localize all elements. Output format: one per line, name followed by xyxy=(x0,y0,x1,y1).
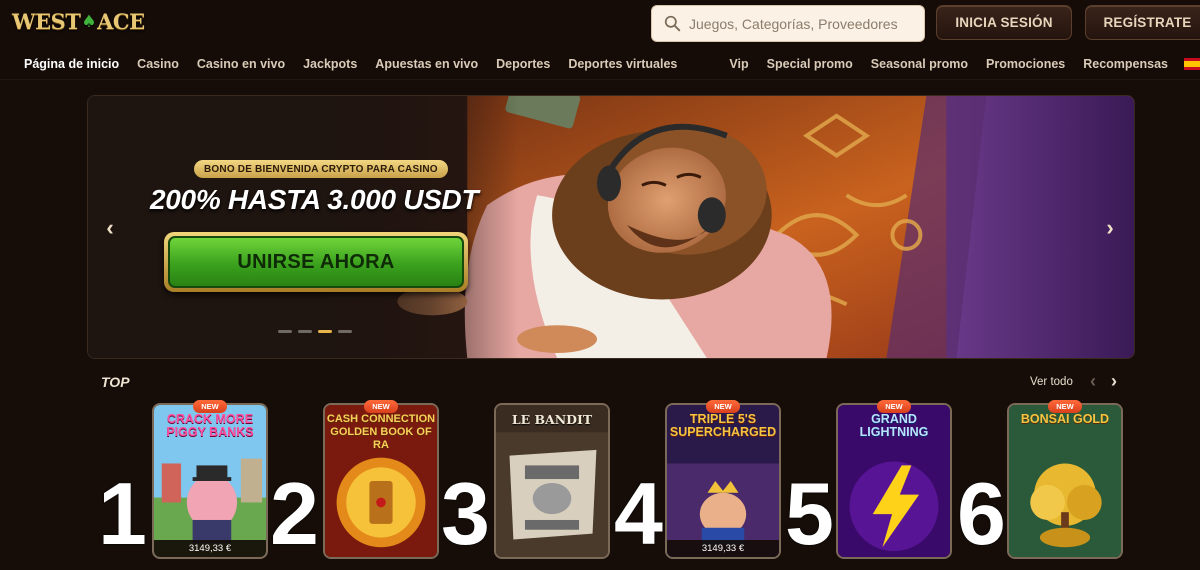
nav-item-special-promo[interactable]: Special promo xyxy=(767,57,853,71)
nav-item-rewards[interactable]: Recompensas xyxy=(1083,57,1168,71)
carousel-next-icon[interactable]: › xyxy=(1107,371,1121,391)
nav-item-vip[interactable]: Vip xyxy=(729,57,748,71)
rank-number: 6 xyxy=(957,464,1006,563)
nav-item-casino[interactable]: Casino xyxy=(137,57,179,71)
promo-title: 200% HASTA 3.000 USDT xyxy=(150,184,479,215)
spain-flag-icon[interactable] xyxy=(1184,58,1200,70)
game-card-cash-connection-golden-book-of-ra[interactable]: CASH CONNECTION GOLDEN BOOK OF RA xyxy=(323,403,439,559)
game-title: CASH CONNECTION GOLDEN BOOK OF RA xyxy=(326,413,436,451)
new-badge: NEW xyxy=(706,400,740,413)
hero-prev-arrow-icon[interactable]: ‹ xyxy=(100,215,120,240)
game-thumbnail xyxy=(496,405,608,557)
nav-item-seasonal-promo[interactable]: Seasonal promo xyxy=(871,57,968,71)
slide-dot-1[interactable] xyxy=(278,330,292,333)
search-icon xyxy=(664,15,681,32)
register-button[interactable]: REGÍSTRATE xyxy=(1085,5,1200,40)
slide-indicators xyxy=(278,330,352,333)
login-button[interactable]: INICIA SESIÓN xyxy=(936,5,1072,40)
join-now-button[interactable]: UNIRSE AHORA xyxy=(164,232,468,292)
hero-next-arrow-icon[interactable]: › xyxy=(1100,215,1120,240)
hero-text-backdrop xyxy=(88,96,518,358)
welcome-bonus-badge: BONO DE BIENVENIDA CRYPTO PARA CASINO xyxy=(194,160,448,178)
rank-number: 1 xyxy=(98,464,147,563)
nav-item-live-casino[interactable]: Casino en vivo xyxy=(197,57,285,71)
rank-number: 4 xyxy=(614,464,663,563)
game-title: GRAND LIGHTNING xyxy=(859,412,929,439)
new-badge: NEW xyxy=(193,400,227,413)
new-badge: NEW xyxy=(1048,400,1082,413)
site-logo[interactable]: WEST ♠ ACE xyxy=(12,9,145,34)
game-card-triple-5s-supercharged[interactable]: TRIPLE 5'S SUPERCHARGED 3149,33 € xyxy=(665,403,781,559)
nav-right: Vip Special promo Seasonal promo Promoci… xyxy=(711,48,1200,80)
nav-item-jackpots[interactable]: Jackpots xyxy=(303,57,357,71)
game-card-bonsai-gold[interactable]: BONSAI GOLD xyxy=(1007,403,1123,559)
join-now-label: UNIRSE AHORA xyxy=(168,236,464,288)
game-card-grand-lightning[interactable]: GRAND LIGHTNING xyxy=(836,403,952,559)
nav-item-virtual-sports[interactable]: Deportes virtuales xyxy=(568,57,677,71)
spade-icon: ♠ xyxy=(81,11,97,32)
game-thumbnail xyxy=(1009,405,1121,557)
jackpot-amount: 3149,33 € xyxy=(154,540,266,557)
top-section-title: TOP xyxy=(101,374,130,390)
search-box[interactable] xyxy=(651,5,925,42)
rank-number: 3 xyxy=(441,464,490,563)
slide-dot-3[interactable] xyxy=(318,330,332,333)
game-card-crack-more-piggy-banks[interactable]: CRACK MORE PIGGY BANKS 3149,33 € xyxy=(152,403,268,559)
slide-dot-2[interactable] xyxy=(298,330,312,333)
nav-left: Página de inicio Casino Casino en vivo J… xyxy=(24,48,695,80)
hero-banner[interactable]: BONO DE BIENVENIDA CRYPTO PARA CASINO 20… xyxy=(87,95,1135,359)
new-badge: NEW xyxy=(877,400,911,413)
slide-dot-4[interactable] xyxy=(338,330,352,333)
jackpot-amount: 3149,33 € xyxy=(667,540,779,557)
logo-text-ace: ACE xyxy=(97,9,145,34)
nav-item-home[interactable]: Página de inicio xyxy=(24,57,119,71)
game-title: CRACK MORE PIGGY BANKS xyxy=(166,412,254,439)
main-nav: Página de inicio Casino Casino en vivo J… xyxy=(0,48,1200,80)
rank-number: 5 xyxy=(785,464,834,563)
rank-number: 2 xyxy=(270,464,319,563)
see-all-link[interactable]: Ver todo xyxy=(1030,376,1073,388)
nav-item-live-bets[interactable]: Apuestas en vivo xyxy=(375,57,478,71)
game-card-le-bandit[interactable]: LE BANDIT xyxy=(494,403,610,559)
logo-text-west: WEST xyxy=(12,9,81,34)
game-title: LE BANDIT xyxy=(511,412,593,427)
search-input[interactable] xyxy=(689,15,909,32)
new-badge: NEW xyxy=(364,400,398,413)
game-title: BONSAI GOLD xyxy=(1020,412,1110,426)
nav-item-sports[interactable]: Deportes xyxy=(496,57,550,71)
game-title: TRIPLE 5'S SUPERCHARGED xyxy=(669,412,777,439)
carousel-prev-icon[interactable]: ‹ xyxy=(1086,371,1100,391)
top-bar: WEST ♠ ACE INICIA SESIÓN REGÍSTRATE xyxy=(0,0,1200,48)
nav-item-promotions[interactable]: Promociones xyxy=(986,57,1065,71)
